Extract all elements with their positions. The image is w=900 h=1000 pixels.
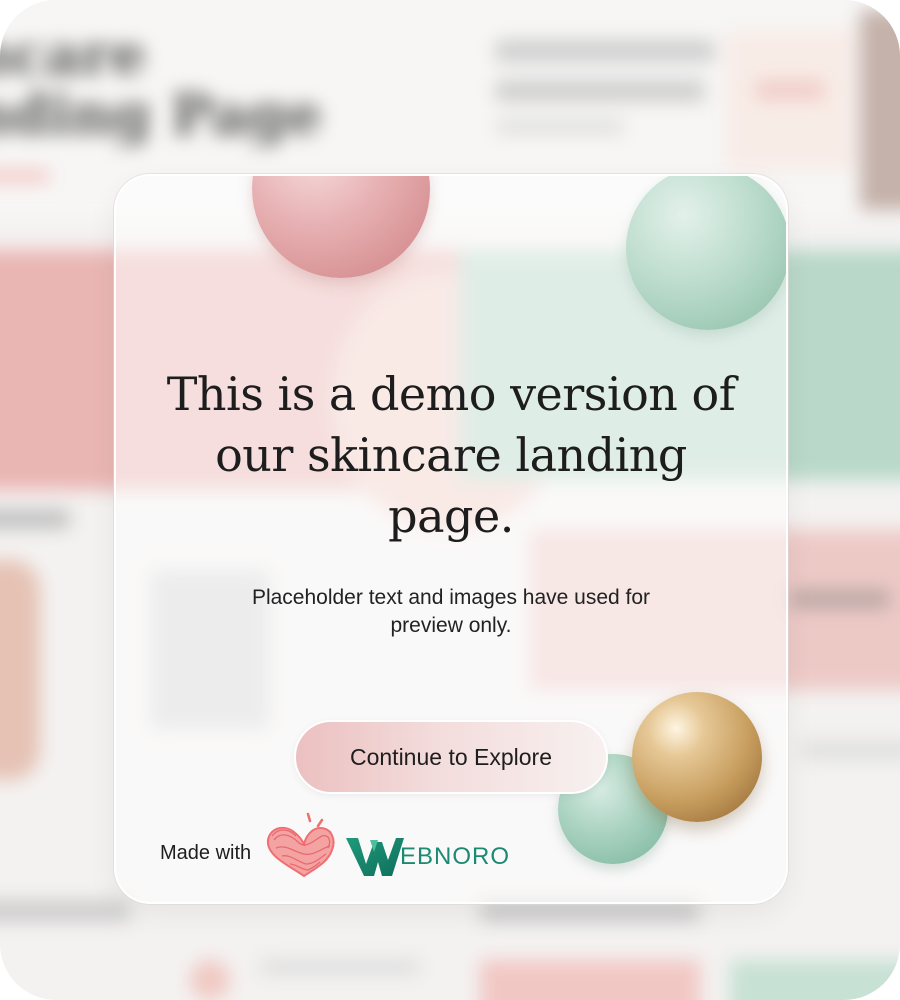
page-frame: ncare nding Page This is a demo version …	[0, 0, 900, 1000]
webnoro-wordmark: EBNORO	[400, 843, 511, 870]
continue-to-explore-button[interactable]: Continue to Explore	[294, 720, 608, 794]
modal-title: This is a demo version of our skincare l…	[166, 367, 736, 543]
demo-notice-modal: This is a demo version of our skincare l…	[114, 174, 788, 904]
heart-icon	[266, 812, 335, 878]
mint-sphere-decoration	[626, 176, 786, 330]
backdrop-hero-title-line-1: ncare	[0, 22, 147, 88]
modal-subtitle: Placeholder text and images have used fo…	[251, 586, 651, 637]
made-with-label: Made with	[160, 842, 252, 864]
webnoro-w-mark	[346, 838, 404, 876]
webnoro-logo: EBNORO	[344, 834, 510, 880]
backdrop-hero-title-line-2: nding Page	[0, 82, 323, 148]
pink-sphere-decoration	[252, 176, 430, 278]
gold-sphere-decoration	[632, 692, 762, 822]
